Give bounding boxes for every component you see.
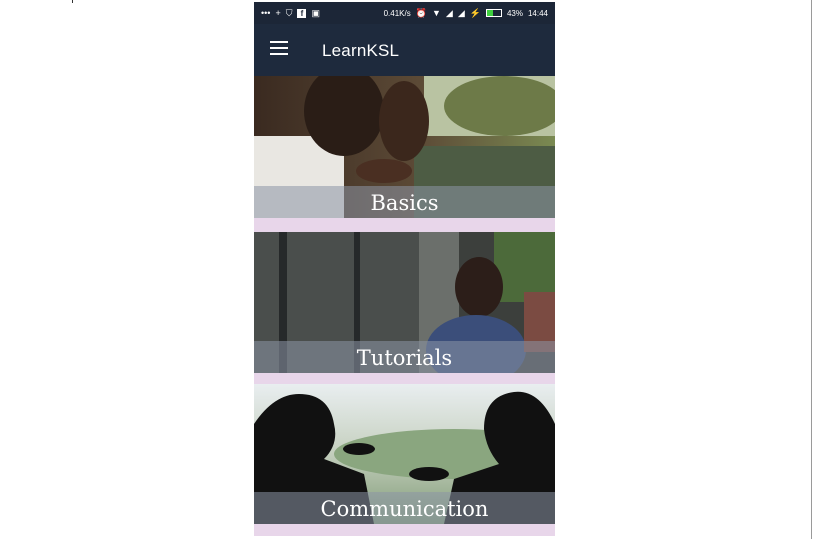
app-bar: LearnKSL (254, 24, 555, 76)
alarm-icon: ⏰ (415, 7, 427, 18)
app-title: LearnKSL (322, 41, 400, 60)
tutorials-label: Tutorials (254, 341, 555, 373)
shield-icon: ⛉ (285, 7, 293, 18)
clock: 14:44 (527, 8, 548, 18)
signal-icon-2: ◢ (457, 7, 465, 18)
signal-icon: ◢ (445, 7, 453, 18)
basics-card[interactable]: Basics (254, 76, 555, 218)
communication-card[interactable]: Communication (254, 384, 555, 524)
battery-icon (485, 9, 502, 17)
dots-icon: ••• (261, 7, 271, 18)
message-icon: ▣ (311, 7, 320, 18)
network-speed: 0.41K/s (383, 8, 411, 18)
wifi-icon: ▼ (431, 7, 441, 18)
page-edge-divider (811, 0, 812, 539)
phone-screen: ••• + ⛉ f ▣ 0.41K/s ⏰ ▼ ◢ ◢ ⚡ 43% 14:44 … (254, 2, 555, 536)
plus-icon: + (275, 7, 281, 18)
facebook-icon: f (297, 8, 307, 18)
corner-mark (72, 0, 73, 3)
tutorials-card[interactable]: Tutorials (254, 232, 555, 373)
charging-icon: ⚡ (469, 7, 481, 18)
status-bar: ••• + ⛉ f ▣ 0.41K/s ⏰ ▼ ◢ ◢ ⚡ 43% 14:44 (254, 2, 555, 24)
battery-percent: 43% (506, 8, 523, 18)
basics-label: Basics (254, 186, 555, 218)
communication-label: Communication (254, 492, 555, 524)
hamburger-menu-icon[interactable] (270, 41, 288, 55)
